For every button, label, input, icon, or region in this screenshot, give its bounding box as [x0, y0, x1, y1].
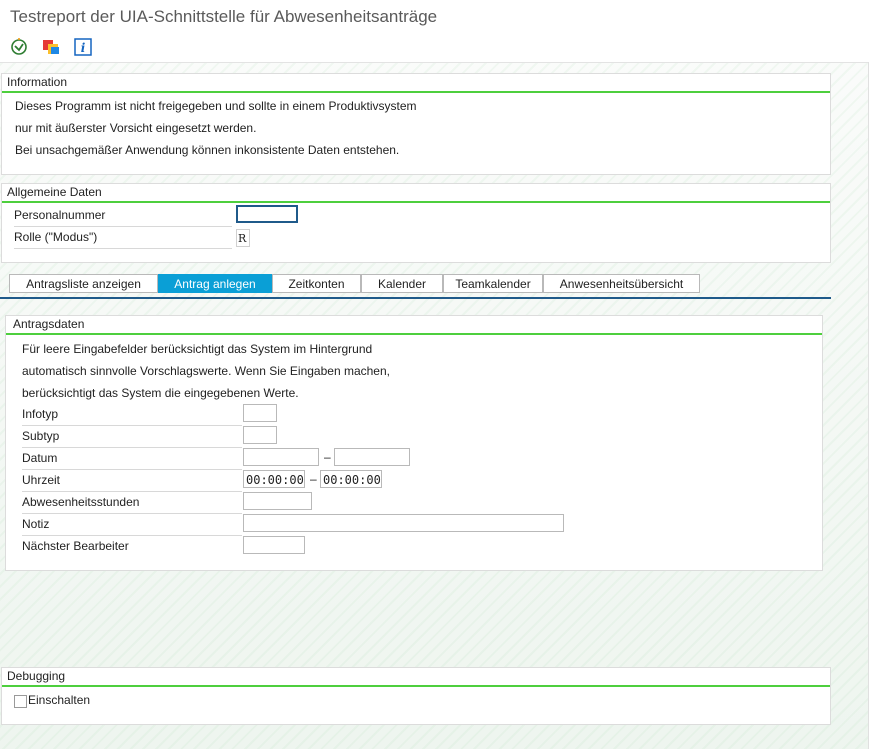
tab-create-request[interactable]: Antrag anlegen [158, 274, 272, 293]
information-frame: Information Dieses Programm ist nicht fr… [1, 73, 831, 175]
note-input[interactable] [243, 514, 564, 532]
information-line: Dieses Programm ist nicht freigegeben un… [15, 99, 417, 113]
uhrzeit-label: Uhrzeit [22, 470, 242, 492]
svg-text:i: i [81, 41, 86, 55]
date-from-input[interactable] [243, 448, 319, 466]
tab-underline [0, 297, 831, 299]
toolbar: i [0, 32, 874, 63]
date-to-input[interactable] [334, 448, 410, 466]
info-icon: i [74, 38, 92, 56]
note-label: Notiz [22, 514, 242, 536]
tab-attendance-overview[interactable]: Anwesenheitsübersicht [543, 274, 700, 293]
role-input[interactable]: R [236, 229, 250, 247]
datum-label: Datum [22, 448, 242, 470]
execute-icon [11, 38, 27, 55]
debug-checkbox-label[interactable]: Einschalten [28, 693, 90, 707]
request-data-frame: Antragsdaten Für leere Eingabefelder ber… [5, 315, 823, 571]
date-separator: – [324, 450, 331, 464]
time-separator: – [310, 472, 317, 486]
time-to-input[interactable]: 00:00:00 [320, 470, 382, 488]
subtyp-input[interactable] [243, 426, 277, 444]
hint-line: berücksichtigt das System die eingegeben… [22, 386, 299, 400]
right-edge-strip [868, 62, 874, 749]
infotyp-input[interactable] [243, 404, 277, 422]
time-from-input[interactable]: 00:00:00 [243, 470, 305, 488]
debug-checkbox[interactable] [14, 695, 27, 708]
variants-icon [43, 40, 59, 54]
role-label: Rolle ("Modus") [14, 227, 232, 249]
tab-calendar[interactable]: Kalender [361, 274, 443, 293]
info-button[interactable]: i [72, 36, 94, 58]
personal-number-input[interactable] [236, 205, 298, 223]
request-data-title: Antragsdaten [6, 316, 822, 335]
tab-team-calendar[interactable]: Teamkalender [443, 274, 543, 293]
information-line: nur mit äußerster Vorsicht eingesetzt we… [15, 121, 257, 135]
next-processor-label: Nächster Bearbeiter [22, 539, 129, 553]
hint-line: Für leere Eingabefelder berücksichtigt d… [22, 342, 373, 356]
subtyp-label: Subtyp [22, 426, 242, 448]
infotyp-label: Infotyp [22, 404, 242, 426]
execute-button[interactable] [8, 36, 30, 58]
information-title: Information [2, 74, 830, 93]
general-data-title: Allgemeine Daten [2, 184, 830, 203]
tab-time-accounts[interactable]: Zeitkonten [272, 274, 361, 293]
hint-line: automatisch sinnvolle Vorschlagswerte. W… [22, 364, 390, 378]
absence-hours-label: Abwesenheitsstunden [22, 492, 242, 514]
debugging-title: Debugging [2, 668, 830, 687]
variants-button[interactable] [40, 36, 62, 58]
window-title: Testreport der UIA-Schnittstelle für Abw… [10, 7, 438, 26]
absence-hours-input[interactable] [243, 492, 312, 510]
tab-request-list[interactable]: Antragsliste anzeigen [9, 274, 158, 293]
debugging-frame: Debugging Einschalten [1, 667, 831, 725]
title-bar: Testreport der UIA-Schnittstelle für Abw… [0, 0, 874, 32]
personal-number-label: Personalnummer [14, 205, 232, 227]
general-data-frame: Allgemeine Daten Personalnummer Rolle ("… [1, 183, 831, 263]
information-line: Bei unsachgemäßer Anwendung können inkon… [15, 143, 400, 157]
next-processor-input[interactable] [243, 536, 305, 554]
